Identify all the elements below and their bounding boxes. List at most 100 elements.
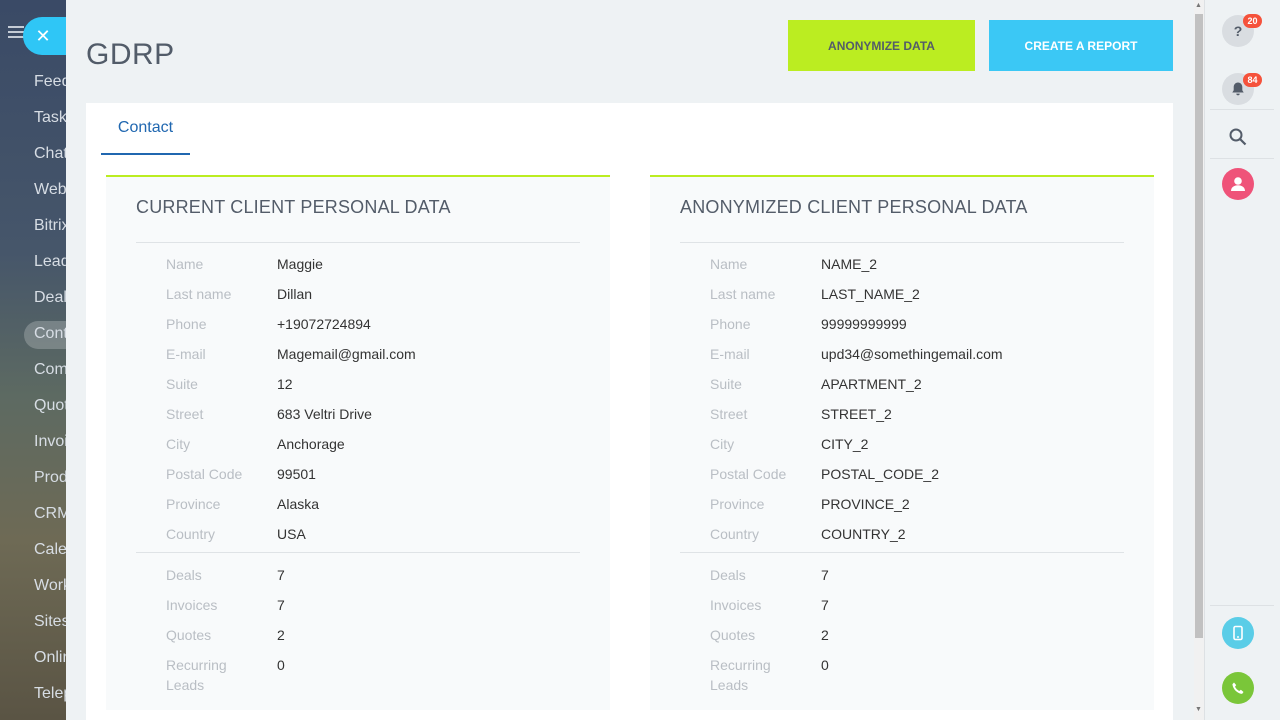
field-label: Country (710, 526, 760, 542)
call-icon[interactable] (1222, 672, 1254, 704)
field-label: Province (710, 496, 765, 512)
field-label: E-mail (710, 346, 750, 362)
field-label: Recurring Leads (166, 657, 227, 693)
sidebar-item[interactable]: Companies (34, 361, 66, 379)
field-label: Deals (166, 567, 202, 583)
field-label: Postal Code (710, 466, 787, 482)
toolbar-separator (1210, 158, 1274, 159)
create-report-button[interactable]: CREATE A REPORT (989, 20, 1173, 71)
sidebar-item[interactable]: Quotes (34, 397, 66, 415)
field-value: 2 (277, 627, 285, 643)
divider (136, 242, 580, 243)
sidebar-item[interactable]: Chat (34, 145, 66, 163)
field-label: Name (166, 256, 204, 272)
panel-title: CURRENT CLIENT PERSONAL DATA (136, 197, 451, 217)
field-value: LAST_NAME_2 (821, 286, 920, 302)
field-value: Dillan (277, 286, 313, 302)
field-value: USA (277, 526, 306, 542)
field-label: Suite (166, 376, 198, 392)
field-value: Magemail@gmail.com (277, 346, 416, 362)
sidebar-item[interactable]: Calendar (34, 541, 66, 559)
field-value: +19072724894 (277, 316, 371, 332)
field-label: E-mail (166, 346, 206, 362)
sidebar-item[interactable]: Sites (34, 613, 66, 631)
divider (680, 242, 1124, 243)
field-label: Province (166, 496, 221, 512)
help-glyph: ? (1233, 23, 1243, 39)
field-label: Street (710, 406, 748, 422)
scrollbar[interactable]: ▲ ▼ (1194, 0, 1204, 720)
field-value: 7 (821, 597, 829, 613)
divider (680, 552, 1124, 553)
sidebar-item[interactable]: Webmail (34, 181, 66, 199)
tab-contact[interactable]: Contact (101, 103, 190, 155)
sidebar-item[interactable]: Workgroups (34, 577, 66, 595)
field-value: POSTAL_CODE_2 (821, 466, 940, 482)
sidebar-item[interactable]: Telephony (34, 685, 66, 703)
field-value: Alaska (277, 496, 320, 512)
field-value: NAME_2 (821, 256, 878, 272)
sidebar-item[interactable]: CRM (34, 505, 66, 523)
field-label: Postal Code (166, 466, 243, 482)
field-value: 99501 (277, 466, 316, 482)
field-label: Name (710, 256, 748, 272)
field-label: Recurring Leads (710, 657, 771, 693)
close-slider-button[interactable]: ✕ (23, 17, 67, 55)
notifications-badge: 84 (1243, 73, 1262, 87)
toolbar-separator (1210, 109, 1274, 110)
field-label: Phone (166, 316, 207, 332)
field-value: PROVINCE_2 (821, 496, 910, 512)
divider (136, 552, 580, 553)
field-label: Phone (710, 316, 751, 332)
field-label: Invoices (710, 597, 762, 613)
sidebar-item[interactable]: Online (34, 649, 66, 667)
toolbar-separator (1210, 605, 1274, 606)
field-value: Maggie (277, 256, 323, 272)
anonymize-data-button[interactable]: ANONYMIZE DATA (788, 20, 975, 71)
sidebar-item[interactable]: Bitrix24.Drive (34, 217, 66, 235)
sidebar-item[interactable]: Tasks (34, 109, 66, 127)
field-label: Last name (710, 286, 776, 302)
content-card: Contact CURRENT CLIENT PERSONAL DATA Nam… (86, 103, 1173, 720)
field-value: 0 (277, 657, 285, 673)
scrollbar-thumb[interactable] (1195, 14, 1203, 638)
field-value: CITY_2 (821, 436, 869, 452)
field-value: APARTMENT_2 (821, 376, 922, 392)
left-sidebar: Feed Tasks Chat Webmail Bitrix24.Drive Leads D… (0, 0, 66, 720)
current-data-panel: CURRENT CLIENT PERSONAL DATA Name Maggie L… (106, 175, 610, 710)
menu-icon[interactable] (8, 26, 24, 38)
field-label: Invoices (166, 597, 218, 613)
sidebar-item[interactable]: Deals (34, 289, 66, 307)
field-value: STREET_2 (821, 406, 892, 422)
field-value: upd34@somethingemail.com (821, 346, 1003, 362)
field-value: 0 (821, 657, 829, 673)
help-badge: 20 (1243, 14, 1262, 28)
field-value: COUNTRY_2 (821, 526, 906, 542)
gdpr-slider: GDRP ANONYMIZE DATA CREATE A REPORT Cont… (66, 0, 1194, 720)
user-icon[interactable] (1222, 168, 1254, 200)
field-label: City (710, 436, 735, 452)
scroll-up-arrow-icon[interactable]: ▲ (1195, 2, 1202, 9)
field-label: Suite (710, 376, 742, 392)
sidebar-item[interactable]: Products (34, 469, 66, 487)
close-icon: ✕ (35, 25, 51, 46)
panel-title: ANONYMIZED CLIENT PERSONAL DATA (680, 197, 1028, 217)
field-label: Deals (710, 567, 746, 583)
scroll-down-arrow-icon[interactable]: ▼ (1195, 706, 1202, 713)
field-label: Country (166, 526, 216, 542)
field-label: City (166, 436, 191, 452)
page-title: GDRP (86, 38, 175, 71)
phone-icon[interactable] (1222, 617, 1254, 649)
field-value: 7 (821, 567, 829, 583)
search-icon[interactable] (1222, 121, 1254, 153)
sidebar-item[interactable]: Feed (34, 73, 66, 91)
field-value: 7 (277, 567, 285, 583)
sidebar-item[interactable]: Leads (34, 253, 66, 271)
field-value: 7 (277, 597, 285, 613)
field-label: Street (166, 406, 204, 422)
anonymized-data-panel: ANONYMIZED CLIENT PERSONAL DATA Name NAME… (650, 175, 1154, 710)
sidebar-item[interactable]: Contacts (34, 325, 66, 343)
sidebar-item[interactable]: Invoices (34, 433, 66, 451)
field-label: Quotes (710, 627, 756, 643)
field-label: Quotes (166, 627, 212, 643)
